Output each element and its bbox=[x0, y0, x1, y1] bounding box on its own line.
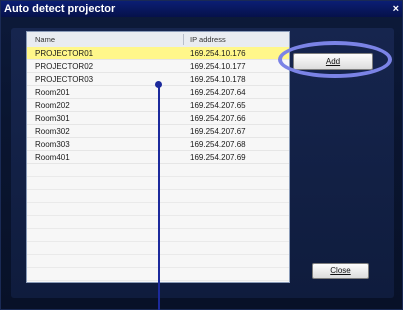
row-name: Room301 bbox=[35, 114, 70, 123]
title-bar: Auto detect projector × bbox=[1, 1, 402, 17]
row-name: PROJECTOR01 bbox=[35, 49, 94, 58]
row-name: Room201 bbox=[35, 88, 70, 97]
auto-detect-projector-window: Auto detect projector × Name IP address … bbox=[0, 0, 403, 310]
row-name: Room303 bbox=[35, 140, 70, 149]
column-header-name[interactable]: Name bbox=[35, 35, 55, 44]
row-name: Room202 bbox=[35, 101, 70, 110]
list-header: Name IP address bbox=[27, 32, 289, 48]
row-ip: 169.254.10.178 bbox=[190, 75, 246, 84]
row-name: PROJECTOR02 bbox=[35, 62, 94, 71]
row-ip: 169.254.207.69 bbox=[190, 153, 246, 162]
row-name: PROJECTOR03 bbox=[35, 75, 94, 84]
row-ip: 169.254.10.176 bbox=[190, 49, 246, 58]
close-button-label: Close bbox=[330, 266, 351, 275]
row-ip: 169.254.10.177 bbox=[190, 62, 246, 71]
row-ip: 169.254.207.68 bbox=[190, 140, 246, 149]
add-button[interactable]: Add bbox=[293, 53, 373, 70]
window-title: Auto detect projector bbox=[4, 3, 116, 15]
close-button[interactable]: Close bbox=[312, 263, 369, 279]
row-name: Room302 bbox=[35, 127, 70, 136]
column-header-ip[interactable]: IP address bbox=[190, 35, 226, 44]
row-ip: 169.254.207.65 bbox=[190, 101, 246, 110]
column-separator bbox=[183, 34, 184, 45]
table-row[interactable]: PROJECTOR02 169.254.10.177 bbox=[27, 60, 289, 73]
close-icon[interactable]: × bbox=[393, 1, 399, 17]
table-row[interactable]: PROJECTOR01 169.254.10.176 bbox=[27, 47, 289, 60]
row-ip: 169.254.207.67 bbox=[190, 127, 246, 136]
callout-line bbox=[158, 84, 160, 310]
add-button-label: Add bbox=[325, 57, 341, 66]
row-name: Room401 bbox=[35, 153, 70, 162]
row-ip: 169.254.207.64 bbox=[190, 88, 246, 97]
row-ip: 169.254.207.66 bbox=[190, 114, 246, 123]
